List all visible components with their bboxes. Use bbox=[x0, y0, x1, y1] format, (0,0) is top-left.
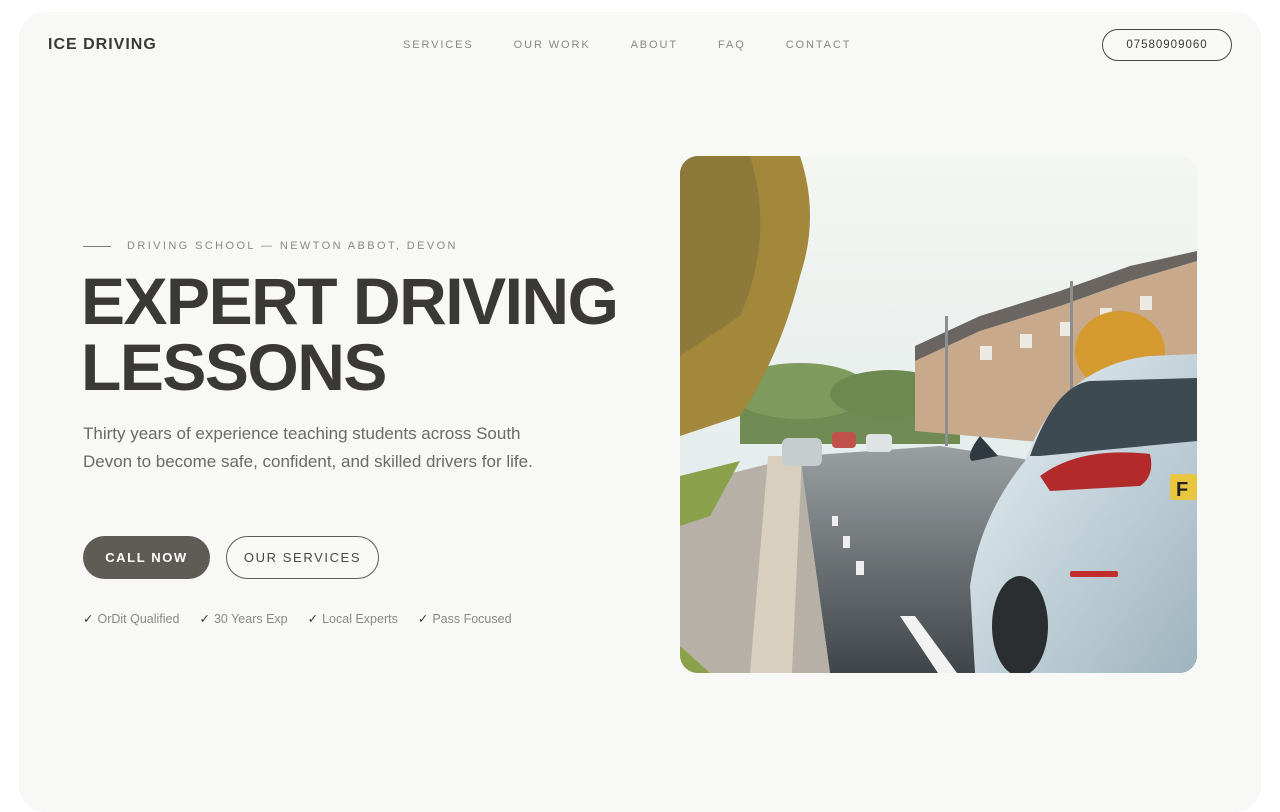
headline-line-2: LESSONS bbox=[81, 330, 387, 404]
hero-eyebrow: DRIVING SCHOOL — NEWTON ABBOT, DEVON bbox=[83, 240, 458, 252]
feature-item: ✓ OrDit Qualified bbox=[83, 611, 179, 626]
feature-label: Pass Focused bbox=[432, 612, 512, 626]
main-menu: SERVICES OUR WORK ABOUT FAQ CONTACT bbox=[403, 39, 891, 51]
brand-logo[interactable]: ICE DRIVING bbox=[48, 36, 157, 54]
page-card: ICE DRIVING SERVICES OUR WORK ABOUT FAQ … bbox=[19, 12, 1261, 812]
plate-text: F bbox=[1176, 479, 1188, 501]
hero-image: F bbox=[680, 156, 1197, 673]
feature-label: OrDit Qualified bbox=[97, 612, 180, 626]
nav-link-our-work[interactable]: OUR WORK bbox=[514, 39, 591, 51]
feature-label: 30 Years Exp bbox=[213, 612, 288, 626]
hero-headline: EXPERT DRIVING LESSONS bbox=[81, 268, 641, 400]
call-now-button[interactable]: CALL NOW bbox=[83, 536, 210, 579]
eyebrow-rule bbox=[83, 245, 111, 247]
nav-link-about[interactable]: ABOUT bbox=[631, 39, 678, 51]
top-nav: ICE DRIVING SERVICES OUR WORK ABOUT FAQ … bbox=[19, 12, 1261, 78]
check-icon: ✓ bbox=[417, 612, 429, 626]
phone-button[interactable]: 07580909060 bbox=[1102, 29, 1232, 61]
feature-item: ✓ Local Experts bbox=[308, 611, 398, 626]
nav-link-faq[interactable]: FAQ bbox=[718, 39, 746, 51]
headline-line-1: EXPERT DRIVING bbox=[81, 264, 619, 338]
feature-label: Local Experts bbox=[322, 612, 398, 626]
nav-link-contact[interactable]: CONTACT bbox=[786, 39, 852, 51]
check-icon: ✓ bbox=[199, 612, 210, 626]
nav-link-services[interactable]: SERVICES bbox=[403, 39, 474, 51]
street-car-illustration: F bbox=[680, 156, 1197, 673]
feature-item: ✓ Pass Focused bbox=[418, 611, 512, 626]
check-icon: ✓ bbox=[307, 612, 319, 626]
feature-item: ✓ 30 Years Exp bbox=[199, 611, 287, 626]
feature-list: ✓ OrDit Qualified ✓ 30 Years Exp ✓ Local Ex… bbox=[83, 611, 532, 626]
hero-description: Thirty years of experience teaching stud… bbox=[83, 424, 533, 471]
eyebrow-text: DRIVING SCHOOL — NEWTON ABBOT, DEVON bbox=[127, 240, 458, 252]
check-icon: ✓ bbox=[83, 612, 94, 626]
our-services-button[interactable]: OUR SERVICES bbox=[226, 536, 379, 579]
